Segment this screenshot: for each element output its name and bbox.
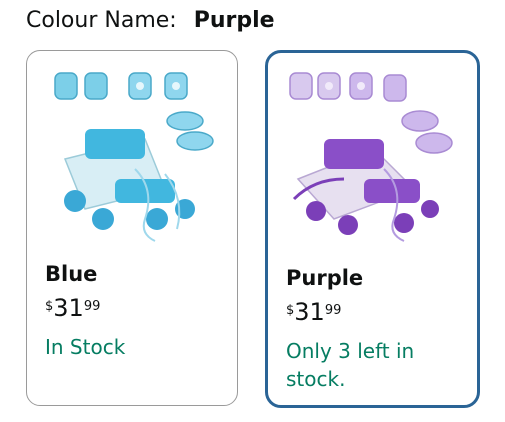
colour-name-label: Colour Name: — [26, 8, 177, 33]
price-fraction: 99 — [324, 303, 342, 318]
availability-status: In Stock — [45, 335, 126, 359]
product-image-blue — [45, 69, 221, 245]
colour-option-purple[interactable]: Purple $3199 Only 3 left in stock. — [265, 50, 480, 408]
selected-colour-value: Purple — [193, 8, 275, 33]
price-currency: $ — [45, 299, 54, 314]
colour-option-blue[interactable]: Blue $3199 In Stock — [26, 50, 238, 406]
option-name: Blue — [45, 262, 98, 286]
colour-name-header: Colour Name: Purple — [26, 7, 275, 35]
option-price: $3199 — [45, 295, 100, 324]
availability-status: Only 3 left in stock. — [286, 339, 415, 391]
price-currency: $ — [286, 303, 295, 318]
option-name: Purple — [286, 266, 364, 290]
price-whole: 31 — [53, 294, 84, 322]
price-whole: 31 — [294, 298, 325, 326]
option-price: $3199 — [286, 299, 341, 328]
price-fraction: 99 — [83, 299, 101, 314]
product-image-purple — [284, 69, 460, 245]
